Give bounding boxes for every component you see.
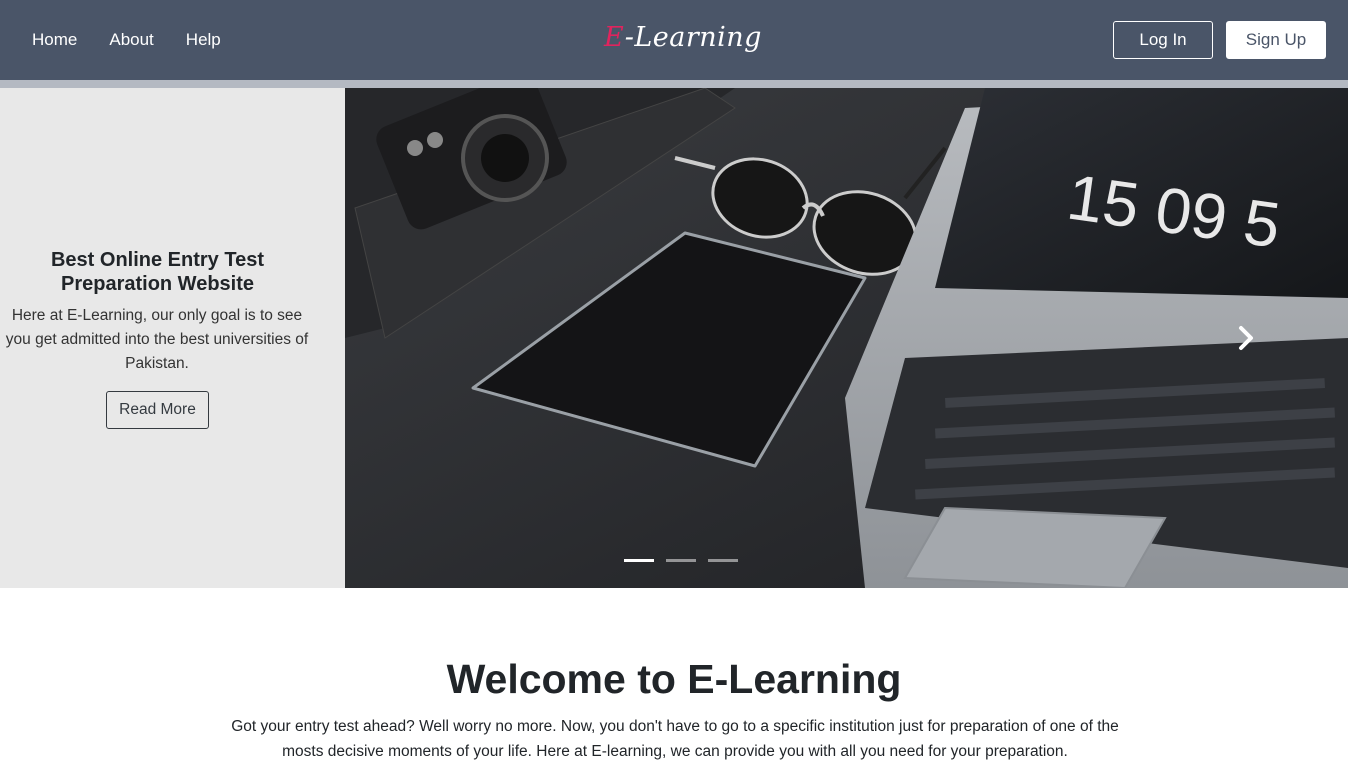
read-more-button[interactable]: Read More: [106, 391, 209, 429]
signup-button[interactable]: Sign Up: [1226, 21, 1326, 59]
navbar-divider: [0, 80, 1348, 88]
carousel-indicator-3[interactable]: [708, 559, 738, 562]
navbar: Home About Help E-Learning Log In Sign U…: [0, 0, 1348, 80]
brand-logo-suffix: -Learning: [624, 22, 762, 53]
nav-link-help[interactable]: Help: [186, 30, 221, 50]
hero-description: Here at E-Learning, our only goal is to …: [5, 307, 309, 372]
carousel-slide-image: 15 09 5: [345, 88, 1348, 588]
welcome-title: Welcome to E-Learning: [446, 656, 902, 702]
carousel-indicators: [624, 559, 738, 562]
nav-links: Home About Help: [32, 0, 221, 80]
carousel-indicator-1[interactable]: [624, 559, 654, 562]
brand-logo-prefix: E: [604, 22, 625, 53]
carousel-next-button[interactable]: [1235, 324, 1259, 352]
brand-logo[interactable]: E-Learning: [604, 22, 762, 53]
carousel-indicator-2[interactable]: [666, 559, 696, 562]
nav-link-home[interactable]: Home: [32, 30, 77, 50]
hero-title: Best Online Entry Test Preparation Websi…: [50, 249, 264, 295]
chevron-right-icon: [1239, 326, 1253, 350]
hero-panel: Best Online Entry Test Preparation Websi…: [0, 88, 345, 588]
login-button[interactable]: Log In: [1113, 21, 1213, 59]
nav-link-about[interactable]: About: [109, 30, 153, 50]
welcome-description: Got your entry test ahead? Well worry no…: [231, 718, 1119, 760]
hero-carousel: 15 09 5: [345, 88, 1348, 588]
